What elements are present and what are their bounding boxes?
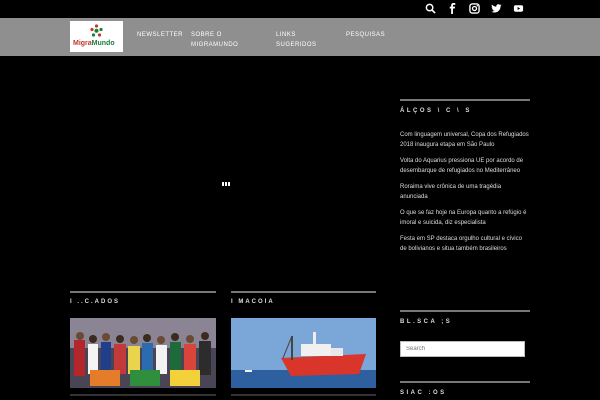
search-icon[interactable] [425,3,437,15]
video-player[interactable] [70,56,380,286]
search-widget-title: BL.SCA ;S [400,310,530,325]
article-title-left[interactable] [70,394,216,400]
site-logo[interactable]: MigraMundo [70,21,123,52]
search-input[interactable] [400,341,525,357]
nav-item-pesquisas[interactable]: PESQUISAS [346,30,385,40]
nav-item-newsletter[interactable]: NEWSLETTER [137,30,183,40]
column-title-right: I MACOIA [231,291,376,305]
youtube-icon[interactable] [513,3,525,15]
recent-posts-list: Com linguagem universal, Copa dos Refugi… [400,130,530,260]
nav-item-sobre[interactable]: SOBRE O MIGRAMUNDO [191,30,261,50]
article-title-right[interactable] [231,394,376,400]
instagram-icon[interactable] [469,3,481,15]
news-item[interactable]: Com linguagem universal, Copa dos Refugi… [400,130,530,150]
social-links [425,3,525,15]
bottom-widget-title: SIAC :OS [400,381,530,396]
news-item[interactable]: Festa em SP destaca orgulho cultural e c… [400,234,530,254]
logo-text: MigraMundo [73,40,115,47]
main-navbar: MigraMundo NEWSLETTER SOBRE O MIGRAMUNDO… [0,18,600,56]
news-item[interactable]: O que se faz hoje na Europa quanto a ref… [400,208,530,228]
logo-emblem-icon [90,24,103,37]
news-item[interactable]: Volta do Aquarius pressiona UE por acord… [400,156,530,176]
twitter-icon[interactable] [491,3,503,15]
top-bar [0,0,600,18]
article-image-team[interactable] [70,318,216,388]
loading-indicator [222,182,230,186]
recent-posts-title: ÁLÇOS \ C \ S [400,99,530,114]
column-title-left: I ..C.ADOS [70,291,216,305]
news-item[interactable]: Roraima vive crônica de uma tragédia anu… [400,182,530,202]
article-image-ship[interactable] [231,318,376,388]
nav-item-links[interactable]: LINKS SUGERIDOS [276,30,326,50]
facebook-icon[interactable] [447,3,459,15]
